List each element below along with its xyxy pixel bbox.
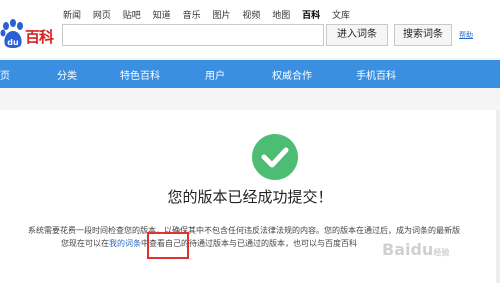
my-entries-link[interactable]: 我的词条 <box>109 239 141 248</box>
mainnav-item-featured[interactable]: 特色百科 <box>120 67 160 82</box>
mainnav-item-mobile[interactable]: 手机百科 <box>356 67 396 82</box>
message-text-before: 您现在可以在 <box>61 239 109 248</box>
paw-icon: du <box>0 19 23 48</box>
help-link[interactable]: 帮助 <box>459 30 473 40</box>
topnav-item-baike[interactable]: 百科 <box>302 11 320 21</box>
topnav-item-music[interactable]: 音乐 <box>183 11 201 21</box>
header: du 百科 新闻 网页 贴吧 知道 音乐 图片 视频 地图 百科 文库 进入词条… <box>0 0 500 58</box>
topnav-item-news[interactable]: 新闻 <box>63 11 81 21</box>
logo-text: 百科 <box>25 28 54 46</box>
enter-entry-button[interactable]: 进入词条 <box>326 24 388 46</box>
mainnav-item-user[interactable]: 用户 <box>205 67 225 82</box>
topnav-item-images[interactable]: 图片 <box>212 11 230 21</box>
success-title: 您的版本已经成功提交！ <box>167 188 333 206</box>
topnav-item-tieba[interactable]: 贴吧 <box>123 11 141 21</box>
watermark-sub: 经验 <box>433 248 450 257</box>
highlight-box <box>147 232 189 259</box>
watermark-main: Baidu <box>382 240 434 259</box>
mainnav-item-category[interactable]: 分类 <box>57 67 77 82</box>
baidu-logo[interactable]: du 百科 <box>0 18 58 54</box>
mainnav-item-home[interactable]: 页 <box>0 67 10 82</box>
mainnav-item-authority[interactable]: 权威合作 <box>272 67 312 82</box>
search-input[interactable] <box>62 24 324 46</box>
topnav-item-map[interactable]: 地图 <box>272 11 290 21</box>
svg-text:du: du <box>7 38 19 47</box>
message-line-1: 系统需要花费一段时间检查您的版本，以确保其中不包含任何违反法律法规的内容。您的版… <box>28 226 460 235</box>
message-line-2: 您现在可以在我的词条中查看自己的待通过版本与已通过的版本，也可以与百度百科 <box>61 238 357 249</box>
topnav-item-wenku[interactable]: 文库 <box>332 11 350 21</box>
topnav-item-zhidao[interactable]: 知道 <box>153 11 171 21</box>
check-circle-icon <box>252 134 298 180</box>
search-entry-button[interactable]: 搜索词条 <box>394 24 452 46</box>
topnav-item-video[interactable]: 视频 <box>242 11 260 21</box>
topnav-item-web[interactable]: 网页 <box>93 11 111 21</box>
main-nav: 页 分类 特色百科 用户 权威合作 手机百科 <box>0 60 500 88</box>
top-nav: 新闻 网页 贴吧 知道 音乐 图片 视频 地图 百科 文库 <box>63 8 359 21</box>
watermark: Baidu经验 <box>382 240 449 259</box>
